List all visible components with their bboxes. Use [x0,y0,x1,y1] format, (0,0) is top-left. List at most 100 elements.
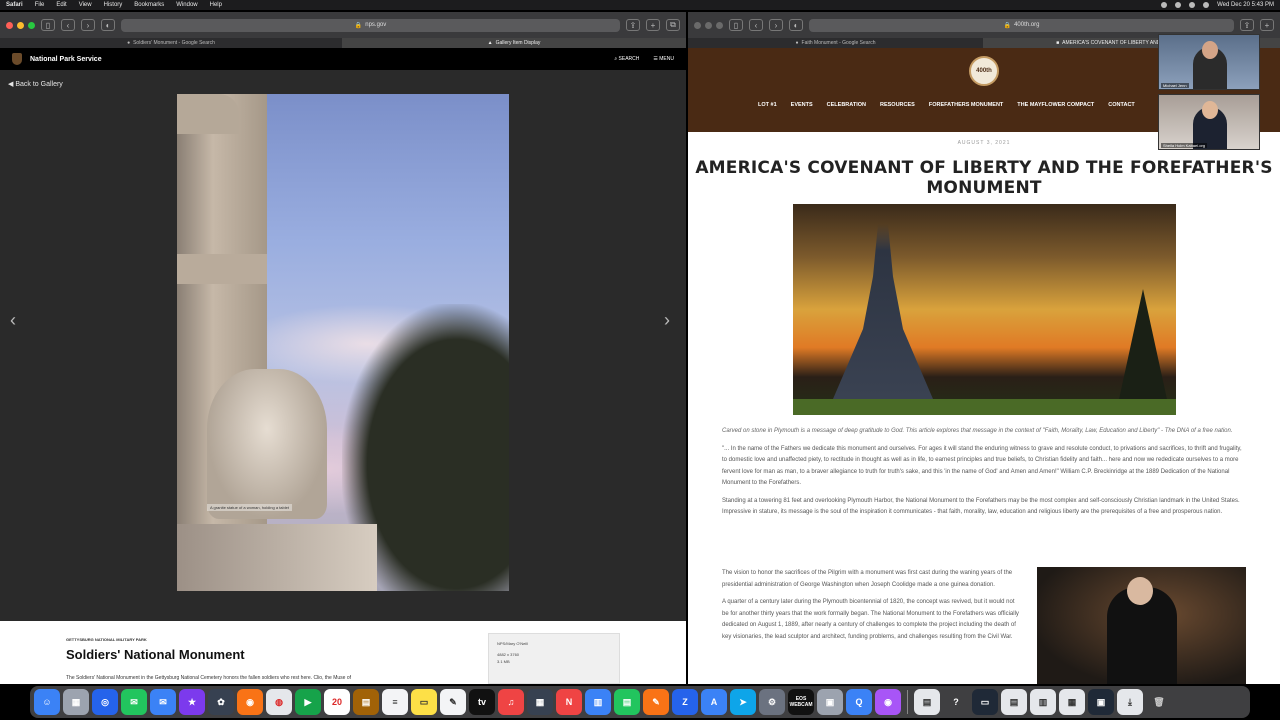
notes-icon[interactable]: ▭ [411,689,437,715]
close-window-button[interactable] [6,21,13,29]
menubar-clock[interactable]: Wed Dec 20 5:43 PM [1217,2,1274,8]
tab-gallery-item[interactable]: ▲ Gallery Item Display [343,38,686,48]
appstore-icon[interactable]: A [701,689,727,715]
screenshot-icon[interactable]: ▣ [1088,689,1114,715]
sidebar-icon[interactable]: ▯ [41,19,55,31]
quicktime-icon[interactable]: Q [846,689,872,715]
tab-google-search[interactable]: ● Faith Monument - Google Search [688,38,984,48]
nps-arrowhead-logo[interactable] [12,53,22,65]
nav-forefathers-monument[interactable]: FOREFATHERS MONUMENT [929,102,1003,108]
washington-painting [1037,567,1246,684]
previous-image-icon[interactable]: ‹ [10,310,16,331]
minimize-window-button[interactable] [705,21,712,29]
telegram-icon[interactable]: ➤ [730,689,756,715]
menu-window[interactable]: Window [176,2,197,8]
calculator-icon[interactable]: ▦ [527,689,553,715]
reminders-icon[interactable]: ≡ [382,689,408,715]
sidebar-icon[interactable]: ▯ [729,19,743,31]
zoom-window-button[interactable] [28,21,35,29]
file-icon[interactable]: ▤ [1001,689,1027,715]
address-bar[interactable]: 🔒 400th.org [809,18,1234,32]
star-icon[interactable]: ★ [179,689,205,715]
site-logo[interactable]: 400th [969,56,999,86]
pages-icon[interactable]: ✎ [643,689,669,715]
calendar-icon[interactable]: 20 [324,689,350,715]
nav-lot-1[interactable]: LOT #1 [758,102,777,108]
tv-icon[interactable]: tv [469,689,495,715]
messages-icon[interactable]: ✉ [121,689,147,715]
menu-view[interactable]: View [79,2,92,8]
menu-history[interactable]: History [104,2,123,8]
minimize-window-button[interactable] [17,21,24,29]
share-icon[interactable]: ⇪ [1240,19,1254,31]
control-center-icon[interactable] [1203,2,1210,8]
park-label[interactable]: GETTYSBURG NATIONAL MILITARY PARK [66,637,147,642]
nav-mayflower-compact[interactable]: THE MAYFLOWER COMPACT [1017,102,1094,108]
keynote-icon[interactable]: ▥ [585,689,611,715]
music-icon[interactable]: ♫ [498,689,524,715]
numbers-icon[interactable]: ▤ [614,689,640,715]
preview-icon[interactable]: ▣ [817,689,843,715]
menu-button[interactable]: ☰ MENU [653,56,674,62]
photo-caption: A granite statue of a woman, holding a t… [207,504,292,511]
close-window-button[interactable] [694,21,701,29]
tab-google-search[interactable]: ● Soldiers' Monument - Google Search [0,38,343,48]
privacy-shield-icon[interactable]: ◐ [789,19,803,31]
site-title[interactable]: National Park Service [30,56,102,63]
help-icon[interactable]: ? [943,689,969,715]
lock-icon: 🔒 [1003,22,1012,29]
safari-icon[interactable]: ◎ [92,689,118,715]
menu-edit[interactable]: Edit [56,2,66,8]
new-tab-icon[interactable]: + [1260,19,1274,31]
webcam-icon[interactable]: EOS WEBCAM [788,689,814,715]
settings-icon[interactable]: ⚙ [759,689,785,715]
photos-icon[interactable]: ✿ [208,689,234,715]
chrome-icon[interactable]: ◉ [237,689,263,715]
zoom-window-button[interactable] [716,21,723,29]
tab-overview-icon[interactable]: ⧉ [666,19,680,31]
folder-icon[interactable]: ▭ [972,689,998,715]
facetime-icon[interactable]: ▶ [295,689,321,715]
contacts-icon[interactable]: ▤ [353,689,379,715]
nav-resources[interactable]: RESOURCES [880,102,915,108]
nav-contact[interactable]: CONTACT [1108,102,1134,108]
forward-arrow-icon[interactable]: › [769,19,783,31]
forward-arrow-icon[interactable]: › [81,19,95,31]
document-stack-icon[interactable]: ▥ [1030,689,1056,715]
finder-icon[interactable]: ☺ [34,689,60,715]
launchpad-icon[interactable]: ▦ [63,689,89,715]
news-icon[interactable]: N [556,689,582,715]
spreadsheet-icon[interactable]: ▦ [1059,689,1085,715]
back-arrow-icon[interactable]: ‹ [749,19,763,31]
video-participant-1[interactable]: Michael Jenn [1158,34,1260,90]
video-participant-2[interactable]: Sheila Holm Kabaei.org [1158,94,1260,150]
privacy-shield-icon[interactable]: ◐ [101,19,115,31]
wifi-icon[interactable] [1161,2,1168,8]
back-arrow-icon[interactable]: ‹ [61,19,75,31]
podcasts-icon[interactable]: ◉ [875,689,901,715]
chrome-browser-icon[interactable]: ◍ [266,689,292,715]
address-bar[interactable]: 🔒 nps.gov [121,18,620,32]
new-tab-icon[interactable]: + [646,19,660,31]
zoom-icon[interactable]: Z [672,689,698,715]
mail-icon[interactable]: ✉ [150,689,176,715]
menu-safari[interactable]: Safari [6,2,23,8]
nav-celebration[interactable]: CELEBRATION [827,102,866,108]
next-image-icon[interactable]: › [664,310,670,331]
back-to-gallery-link[interactable]: ◀ Back to Gallery [8,80,63,88]
menu-help[interactable]: Help [210,2,222,8]
nav-events[interactable]: EVENTS [791,102,813,108]
search-button[interactable]: ⌕ SEARCH [614,56,639,62]
menu-bar: Safari File Edit View History Bookmarks … [0,0,1280,10]
documents-icon[interactable]: ▤ [914,689,940,715]
share-icon[interactable]: ⇪ [626,19,640,31]
tv-label: tv [477,697,486,707]
downloads-icon[interactable]: ⤓ [1117,689,1143,715]
menu-bookmarks[interactable]: Bookmarks [134,2,164,8]
search-icon[interactable] [1189,2,1196,8]
freeform-icon[interactable]: ✎ [440,689,466,715]
menu-file[interactable]: File [35,2,45,8]
battery-icon[interactable] [1175,2,1182,8]
trash-icon[interactable]: 🗑 [1146,689,1172,715]
dock-separator [907,690,908,714]
